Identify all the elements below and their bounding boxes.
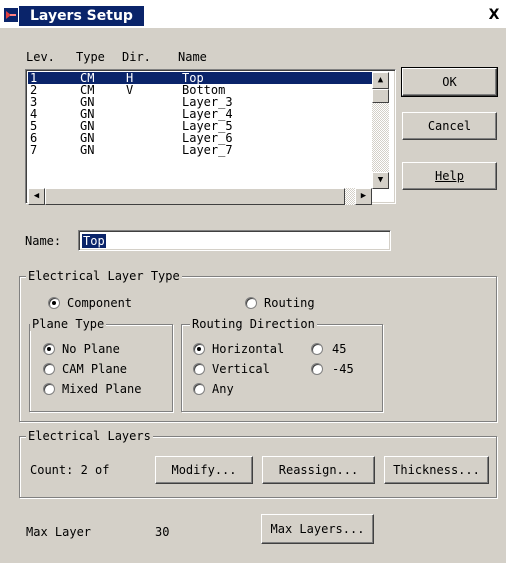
header-dir: Dir. [122, 50, 151, 64]
cam-plane-radio[interactable] [43, 363, 55, 375]
plane-type-title: Plane Type [30, 317, 107, 331]
routing-radio[interactable] [245, 297, 257, 309]
name-input-value: Top [82, 234, 106, 248]
deg45-radio[interactable] [311, 343, 323, 355]
app-icon [4, 8, 18, 22]
mixed-plane-radio[interactable] [43, 383, 55, 395]
electrical-layers-title: Electrical Layers [26, 429, 153, 443]
vertical-scrollbar[interactable]: ▲ ▼ [372, 72, 389, 189]
count-label: Count: 2 of [30, 463, 110, 477]
modify-button[interactable]: Modify... [155, 456, 253, 484]
name-input[interactable]: Top [78, 230, 391, 251]
component-radio[interactable] [48, 297, 60, 309]
scroll-thumb[interactable] [372, 89, 389, 103]
no-plane-radio[interactable] [43, 343, 55, 355]
header-type: Type [76, 50, 105, 64]
component-label[interactable]: Component [67, 296, 132, 310]
scroll-up-button[interactable]: ▲ [372, 72, 389, 89]
any-label[interactable]: Any [212, 382, 234, 396]
thickness-button[interactable]: Thickness... [384, 456, 489, 484]
routing-direction-title: Routing Direction [190, 317, 317, 331]
max-layer-label: Max Layer [26, 525, 92, 539]
max-layers-button[interactable]: Max Layers... [261, 514, 374, 544]
help-button[interactable]: Help [402, 162, 497, 190]
horizontal-radio[interactable] [193, 343, 205, 355]
no-plane-label[interactable]: No Plane [62, 342, 120, 356]
layers-list[interactable]: 1 CM H Top 2 CM V Bottom 3 GN Layer_3 4 GN Layer_4 5 GN… [25, 69, 396, 205]
scroll-down-button[interactable]: ▼ [372, 172, 389, 189]
mixed-plane-label[interactable]: Mixed Plane [62, 382, 141, 396]
hscroll-thumb[interactable] [45, 188, 345, 205]
scroll-left-button[interactable]: ◀ [28, 188, 45, 205]
close-button[interactable]: X [486, 7, 502, 23]
window-title: Layers Setup [24, 7, 139, 25]
degm45-radio[interactable] [311, 363, 323, 375]
cancel-button[interactable]: Cancel [402, 112, 497, 140]
deg45-label[interactable]: 45 [332, 342, 346, 356]
name-label: Name: [25, 234, 62, 248]
cam-plane-label[interactable]: CAM Plane [62, 362, 127, 376]
title-bar: Layers Setup X [0, 0, 506, 28]
reassign-button[interactable]: Reassign... [262, 456, 375, 484]
list-row[interactable]: 7 GN Layer_7 [28, 144, 373, 156]
vertical-label[interactable]: Vertical [212, 362, 270, 376]
header-name: Name [178, 50, 207, 64]
horizontal-scrollbar[interactable]: ◀ ▶ [28, 188, 372, 205]
list-cell-name: Layer_7 [182, 143, 233, 157]
horizontal-label[interactable]: Horizontal [212, 342, 284, 356]
any-radio[interactable] [193, 383, 205, 395]
list-cell-dir: V [126, 83, 134, 97]
routing-label[interactable]: Routing [264, 296, 315, 310]
help-button-label: Help [435, 169, 464, 183]
vertical-radio[interactable] [193, 363, 205, 375]
electrical-layer-type-title: Electrical Layer Type [26, 269, 182, 283]
list-cell-lev: 7 [30, 143, 38, 157]
degm45-label[interactable]: -45 [332, 362, 354, 376]
scroll-right-button[interactable]: ▶ [355, 188, 372, 205]
list-cell-type: GN [80, 143, 95, 157]
max-layer-value: 30 [155, 525, 170, 539]
header-lev: Lev. [26, 50, 55, 64]
ok-button[interactable]: OK [401, 67, 498, 97]
layers-setup-dialog: Layers Setup X Lev. Type Dir. Name 1 CM H T… [0, 0, 506, 563]
